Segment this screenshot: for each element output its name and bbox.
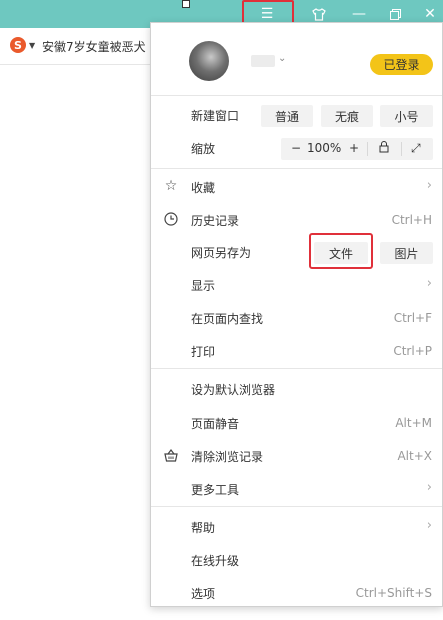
menu-item-mute[interactable]: 页面静音 Alt+M (151, 408, 442, 438)
divider (401, 142, 402, 156)
close-icon: ✕ (424, 6, 436, 22)
menu-item-save-as: 网页另存为 文件 图片 (151, 237, 442, 267)
maximize-icon (389, 8, 401, 20)
menu-item-help[interactable]: 帮助 › (151, 512, 442, 542)
menu-item-label: 清除浏览记录 (191, 450, 264, 464)
chevron-right-icon: › (426, 276, 432, 291)
menu-item-more-tools[interactable]: 更多工具 › (151, 474, 442, 504)
minimize-icon: — (352, 6, 366, 22)
new-small-window-button[interactable]: 小号 (380, 105, 433, 127)
shortcut-text: Ctrl+F (393, 311, 432, 325)
zoom-level: 100% (307, 141, 342, 155)
zoom-label: 缩放 (191, 142, 216, 156)
menu-item-label: 页面静音 (191, 417, 240, 431)
clock-icon (163, 211, 179, 227)
zoom-in-button[interactable]: + (349, 141, 359, 155)
shortcut-text: Alt+M (395, 416, 432, 430)
basket-icon (163, 447, 179, 463)
menu-item-print[interactable]: 打印 Ctrl+P (151, 336, 442, 366)
menu-item-label: 在线升级 (191, 554, 240, 568)
new-window-row: 新建窗口 普通 无痕 小号 (151, 100, 442, 130)
menu-item-label: 打印 (191, 345, 216, 359)
menu-item-label: 显示 (191, 279, 216, 293)
lock-icon[interactable] (379, 141, 389, 156)
divider (367, 142, 368, 156)
divider (151, 95, 442, 96)
menu-item-label: 历史记录 (191, 214, 240, 228)
chevron-right-icon: › (426, 178, 432, 193)
menu-item-label: 选项 (191, 587, 216, 601)
shortcut-text: Ctrl+P (393, 344, 432, 358)
save-as-image-button[interactable]: 图片 (380, 242, 433, 264)
divider (151, 506, 442, 507)
login-status-button[interactable]: 已登录 (370, 54, 433, 75)
new-normal-window-button[interactable]: 普通 (261, 105, 313, 127)
menu-item-label: 网页另存为 (191, 246, 252, 260)
shortcut-text: Ctrl+Shift+S (355, 586, 432, 600)
profile-section: ⌄ 已登录 (151, 23, 442, 95)
main-menu: ⌄ 已登录 新建窗口 普通 无痕 小号 缩放 − 100% + ⤢ ☆ 收藏 › (150, 22, 443, 607)
highlight-box (309, 233, 373, 269)
menu-item-find[interactable]: 在页面内查找 Ctrl+F (151, 303, 442, 333)
fullscreen-icon[interactable]: ⤢ (411, 141, 421, 156)
menu-item-clear-history[interactable]: 清除浏览记录 Alt+X (151, 441, 442, 471)
search-engine-icon[interactable]: S (10, 37, 26, 53)
menu-item-label: 设为默认浏览器 (191, 383, 276, 397)
star-icon: ☆ (164, 178, 178, 194)
menu-item-default-browser[interactable]: 设为默认浏览器 (151, 374, 442, 404)
divider (151, 368, 442, 369)
new-window-label: 新建窗口 (191, 109, 240, 123)
menu-item-label: 帮助 (191, 521, 216, 535)
chevron-right-icon: › (426, 518, 432, 533)
zoom-controls: − 100% + ⤢ (281, 138, 433, 160)
resize-handle[interactable] (182, 0, 190, 8)
new-incognito-window-button[interactable]: 无痕 (321, 105, 373, 127)
news-ticker[interactable]: 安徽7岁女童被恶犬 (42, 38, 146, 55)
menu-item-label: 收藏 (191, 181, 216, 195)
menu-item-history[interactable]: 历史记录 Ctrl+H (151, 205, 442, 235)
chevron-down-icon[interactable]: ▼ (29, 41, 35, 50)
zoom-row: 缩放 − 100% + ⤢ (151, 133, 442, 163)
menu-item-favorites[interactable]: ☆ 收藏 › (151, 172, 442, 202)
skin-icon (312, 7, 326, 21)
menu-item-display[interactable]: 显示 › (151, 270, 442, 300)
shortcut-text: Ctrl+H (391, 213, 432, 227)
avatar[interactable] (189, 41, 229, 81)
zoom-out-button[interactable]: − (291, 141, 301, 155)
divider (151, 168, 442, 169)
chevron-down-icon[interactable]: ⌄ (278, 53, 286, 64)
menu-item-options[interactable]: 选项 Ctrl+Shift+S (151, 578, 442, 608)
shortcut-text: Alt+X (397, 449, 432, 463)
menu-item-upgrade[interactable]: 在线升级 (151, 545, 442, 575)
menu-item-label: 在页面内查找 (191, 312, 264, 326)
chevron-right-icon: › (426, 480, 432, 495)
username-blurred[interactable] (251, 55, 275, 67)
menu-item-label: 更多工具 (191, 483, 240, 497)
